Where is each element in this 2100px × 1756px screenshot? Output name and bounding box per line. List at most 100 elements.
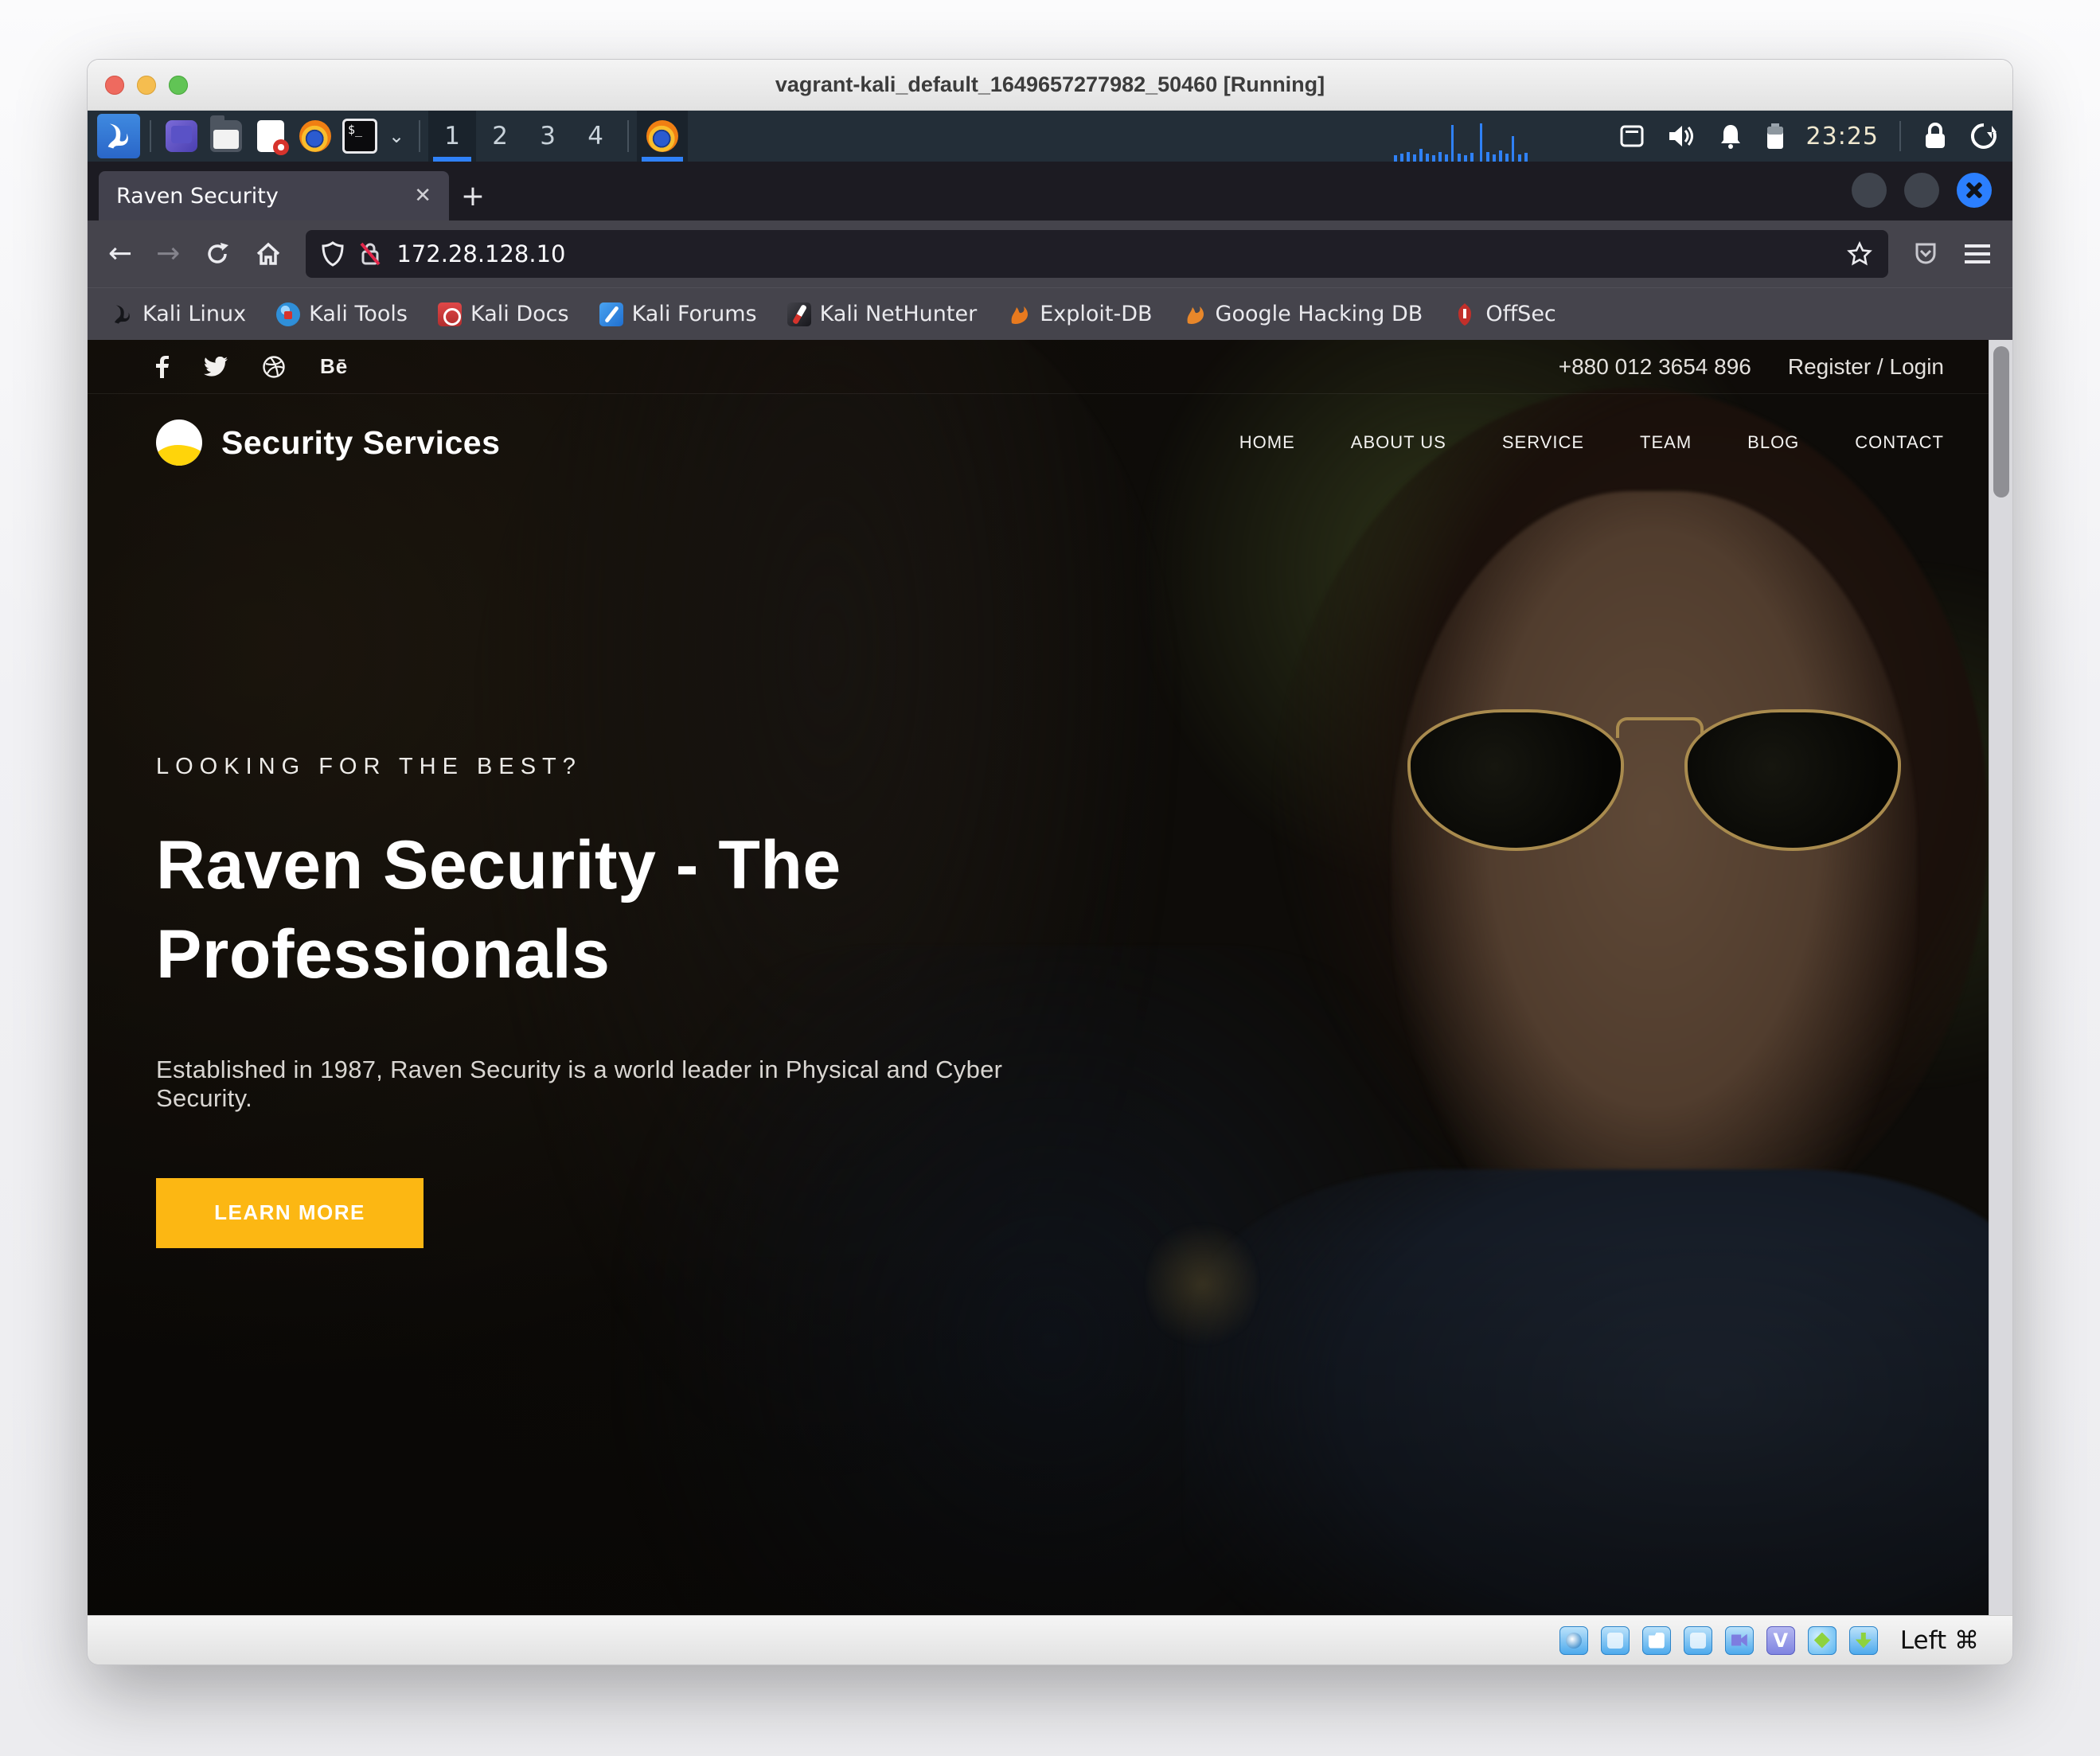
scrollbar-thumb[interactable] [1993,346,2009,498]
behance-icon[interactable]: Bē [320,354,348,379]
bookmark-kali-tools[interactable]: Kali Tools [276,302,408,326]
browser-tab[interactable]: Raven Security ✕ [99,171,449,220]
vm-titlebar: vagrant-kali_default_1649657277982_50460… [88,60,2012,111]
launcher-terminal[interactable] [338,111,382,162]
shared-folders-icon[interactable] [1642,1626,1671,1655]
optical-drives-icon[interactable] [1601,1626,1630,1655]
notifications-bell-icon[interactable] [1717,123,1744,150]
bookmark-kali-forums[interactable]: Kali Forums [599,302,757,326]
bookmark-google-hacking-db[interactable]: Google Hacking DB [1183,302,1423,326]
applications-menu-button[interactable] [97,114,140,158]
dribbble-icon[interactable] [263,356,285,378]
back-button[interactable]: ← [108,240,132,268]
pocket-icon[interactable] [1912,240,1939,267]
host-key-label: Left ⌘ [1900,1626,1979,1655]
reload-button[interactable] [204,240,231,267]
address-bar[interactable]: 172.28.128.10 [306,230,1888,278]
site-brand[interactable]: Security Services [221,424,500,462]
volume-icon[interactable] [1666,123,1696,150]
firefox-icon [646,120,678,152]
workspace-4[interactable]: 4 [572,111,619,162]
launcher-file-manager[interactable] [204,111,248,162]
battery-icon[interactable] [1765,122,1786,150]
close-button[interactable] [1957,173,1992,208]
kali-nethunter-icon [787,302,811,326]
site-logo-icon[interactable] [156,419,202,466]
launcher-display-settings[interactable] [159,111,204,162]
kali-panel: ⌄ 1 2 3 4 [88,111,2012,162]
forward-button[interactable]: → [156,240,180,268]
tracking-shield-icon[interactable] [322,241,344,267]
lock-screen-icon[interactable] [1922,121,1949,151]
bookmark-star-icon[interactable] [1847,241,1872,267]
nav-team[interactable]: TEAM [1640,432,1692,453]
register-login-link[interactable]: Register / Login [1788,354,1944,380]
bookmark-kali-docs[interactable]: Kali Docs [438,302,569,326]
minimize-window-button[interactable] [137,76,156,95]
site-navbar: Security Services HOME ABOUT US SERVICE … [88,394,2012,491]
twitter-icon[interactable] [204,357,228,377]
nav-about-us[interactable]: ABOUT US [1351,432,1446,453]
vbox-statusbar: Left ⌘ [88,1615,2012,1664]
launcher-firefox[interactable] [293,111,338,162]
hero-section: LOOKING FOR THE BEST? Raven Security - T… [156,754,1095,1248]
minimize-button[interactable] [1852,173,1887,208]
workspace-2[interactable]: 2 [476,111,524,162]
page-scrollbar[interactable] [1989,340,2012,1615]
keyboard-capture-icon[interactable] [1849,1626,1878,1655]
nav-blog[interactable]: BLOG [1747,432,1799,453]
tab-close-button[interactable]: ✕ [414,184,431,208]
kali-dragon-icon [111,302,134,326]
panel-separator [1899,121,1901,151]
zoom-window-button[interactable] [169,76,188,95]
launcher-text-editor[interactable] [248,111,293,162]
kali-docs-icon [438,302,462,326]
panel-separator [419,120,420,152]
kali-dragon-icon [104,120,133,152]
log-out-icon[interactable] [1969,122,1998,150]
firefox-tabbar: Raven Security ✕ + [88,162,2012,220]
google-hacking-db-icon [1183,302,1207,326]
site-topbar: Bē +880 012 3654 896 Register / Login [88,340,2012,394]
vm-title: vagrant-kali_default_1649657277982_50460… [775,72,1325,97]
nav-home[interactable]: HOME [1239,432,1295,453]
workspace-1[interactable]: 1 [428,111,476,162]
display-settings-icon [166,120,197,152]
offsec-icon [1453,302,1477,326]
bookmark-offsec[interactable]: OffSec [1453,302,1555,326]
insecure-lock-icon[interactable] [358,240,382,267]
tab-title: Raven Security [116,184,279,209]
facebook-icon[interactable] [156,356,169,378]
mouse-integration-icon[interactable] [1808,1626,1837,1655]
panel-clock[interactable]: 23:25 [1806,123,1879,150]
window-controls [105,60,188,110]
kali-forums-icon [599,302,623,326]
firefox-window-buttons [1852,173,1992,208]
cpu-graph[interactable] [1391,117,1598,162]
system-tray: 23:25 [1612,111,2004,162]
menu-hamburger-icon[interactable] [1963,241,1992,267]
learn-more-button[interactable]: LEARN MORE [156,1178,424,1248]
bookmark-exploit-db[interactable]: Exploit-DB [1007,302,1152,326]
home-button[interactable] [255,240,282,267]
hard-disks-icon[interactable] [1559,1626,1588,1655]
firefox-icon [299,120,331,152]
close-window-button[interactable] [105,76,124,95]
hero-kicker: LOOKING FOR THE BEST? [156,754,1095,780]
browser-viewport: Bē +880 012 3654 896 Register / Login Se… [88,340,2012,1615]
bookmark-kali-linux[interactable]: Kali Linux [111,302,246,326]
recording-icon[interactable] [1725,1626,1754,1655]
taskbar-firefox-window[interactable] [637,111,688,162]
nav-contact[interactable]: CONTACT [1855,432,1944,453]
maximize-button[interactable] [1904,173,1939,208]
launcher-dropdown-caret[interactable]: ⌄ [382,111,411,162]
display-tray-icon[interactable] [1618,123,1645,150]
features-chip-icon[interactable] [1766,1626,1795,1655]
display-status-icon[interactable] [1684,1626,1712,1655]
virtualbox-vm-window: vagrant-kali_default_1649657277982_50460… [88,60,2012,1664]
nav-service[interactable]: SERVICE [1502,432,1584,453]
bookmark-kali-nethunter[interactable]: Kali NetHunter [787,302,978,326]
workspace-3[interactable]: 3 [524,111,572,162]
new-tab-button[interactable]: + [449,171,497,220]
exploit-db-icon [1007,302,1031,326]
